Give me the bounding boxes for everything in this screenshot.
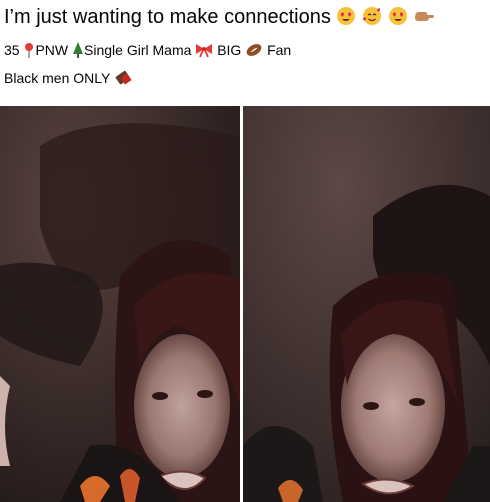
age-text: 35 [4, 42, 20, 58]
preference-text: Black men ONLY [4, 70, 111, 86]
pointing-hand-icon [413, 6, 435, 33]
chocolate-icon [114, 70, 132, 90]
photo-left[interactable] [0, 106, 240, 502]
post-title-text: I’m just wanting to make connections [4, 6, 331, 28]
tree-icon [72, 42, 84, 62]
heart-eyes-icon [336, 6, 356, 33]
bow-icon [195, 42, 213, 62]
profile-details-line: 35 PNW Single Girl Mama BIG Fan [4, 41, 291, 62]
photo-gallery [0, 106, 490, 502]
status-text: Single Girl Mama [84, 42, 192, 58]
smiling-face-with-hearts-icon [362, 6, 382, 33]
post-header: I’m just wanting to make connections 35 … [0, 0, 490, 106]
location-text: PNW [35, 42, 69, 58]
interest-suffix-text: Fan [267, 42, 292, 58]
interest-prefix-text: BIG [217, 42, 242, 58]
post-title: I’m just wanting to make connections [4, 4, 435, 33]
preference-line: Black men ONLY [4, 69, 132, 90]
photo-right[interactable] [243, 106, 490, 502]
pin-icon [23, 42, 35, 62]
football-icon [245, 42, 263, 62]
heart-eyes-icon [388, 6, 408, 33]
